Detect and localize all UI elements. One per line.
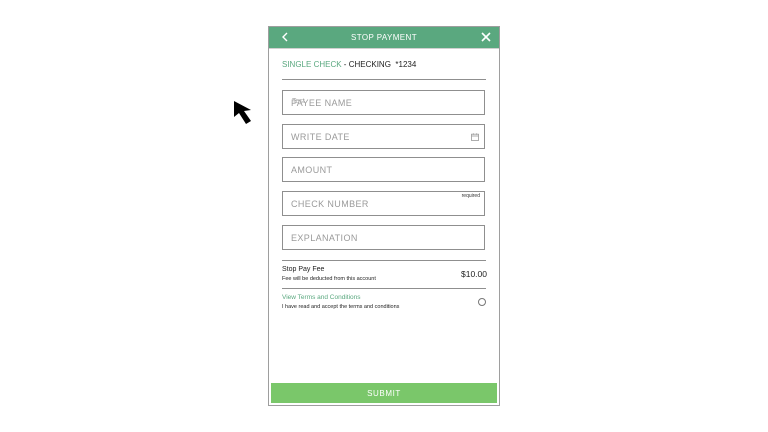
dialog-header: STOP PAYMENT — [269, 27, 499, 48]
fee-amount: $10.00 — [461, 269, 487, 279]
account-number: *1234 — [395, 60, 417, 69]
payee-name-value: Test — [292, 98, 305, 105]
close-icon[interactable] — [480, 31, 492, 43]
write-date-field[interactable]: WRITE DATE — [282, 124, 485, 149]
submit-label: SUBMIT — [367, 388, 401, 398]
account-separator: - — [341, 60, 349, 69]
explanation-field[interactable]: EXPLANATION — [282, 225, 485, 250]
mouse-pointer-icon — [234, 101, 251, 124]
amount-placeholder: AMOUNT — [291, 165, 333, 175]
payee-name-field[interactable]: PAYEE NAME Test — [282, 90, 485, 115]
submit-button[interactable]: SUBMIT — [271, 383, 497, 403]
calendar-icon[interactable] — [471, 133, 479, 141]
dialog-title: STOP PAYMENT — [351, 33, 417, 42]
fee-divider-bottom — [282, 288, 486, 289]
accept-terms-radio[interactable] — [478, 298, 486, 306]
stop-payment-dialog: STOP PAYMENT SINGLE CHECK - CHECKING *12… — [268, 26, 500, 406]
fee-note: Fee will be deducted from this account — [282, 276, 376, 282]
header-divider — [269, 48, 499, 49]
check-number-field[interactable]: required CHECK NUMBER — [282, 191, 485, 216]
fee-divider-top — [282, 260, 486, 261]
explanation-placeholder: EXPLANATION — [291, 233, 358, 243]
terms-note: I have read and accept the terms and con… — [282, 304, 400, 310]
terms-link[interactable]: View Terms and Conditions — [282, 294, 361, 301]
account-name: CHECKING — [348, 60, 391, 69]
check-number-placeholder: CHECK NUMBER — [291, 199, 369, 209]
account-summary: SINGLE CHECK - CHECKING *1234 — [282, 60, 416, 69]
write-date-placeholder: WRITE DATE — [291, 132, 350, 142]
fee-title: Stop Pay Fee — [282, 266, 325, 273]
amount-field[interactable]: AMOUNT — [282, 157, 485, 182]
chevron-left-icon[interactable] — [279, 31, 291, 43]
account-divider — [282, 79, 486, 80]
required-label: required — [461, 193, 480, 199]
payment-type: SINGLE CHECK — [282, 60, 342, 69]
